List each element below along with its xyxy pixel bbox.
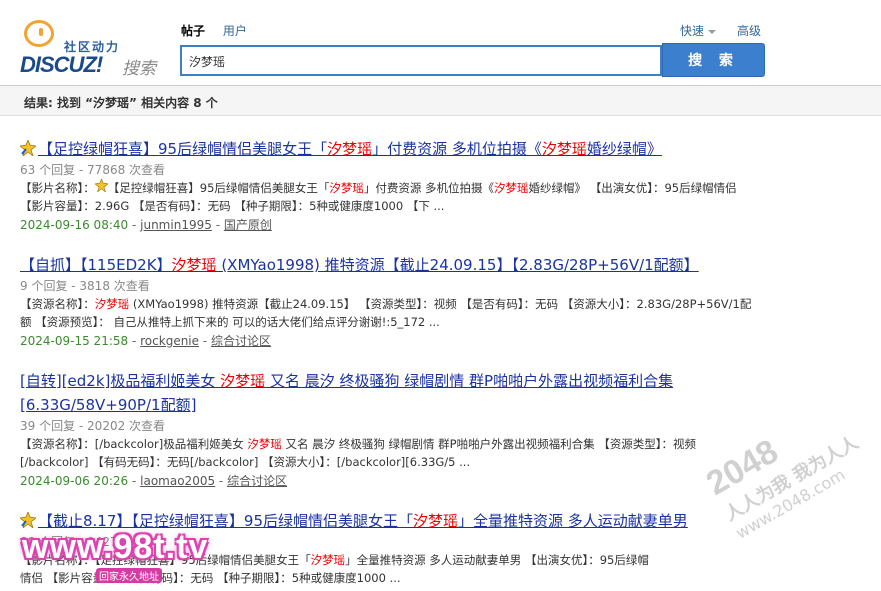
quick-label: 快速: [680, 24, 705, 38]
author-link[interactable]: laomao2005: [140, 474, 215, 488]
flair-icon: [93, 178, 109, 193]
site-watermark: www.98t.tv: [22, 528, 209, 566]
discuz-logo[interactable]: 社区动力 DISCUZ! 搜索: [20, 20, 165, 79]
list-item: 【自抓】【115ED2K】汐梦瑶 (XMYao1998) 推特资源【截止24.0…: [20, 253, 870, 351]
author-link[interactable]: rockgenie: [140, 334, 199, 348]
chevron-down-icon: [708, 29, 717, 34]
flair-icon: [20, 140, 36, 156]
search-type-tabs: 帖子 用户: [181, 22, 261, 39]
result-summary: 结果: 找到 “汐梦瑶” 相关内容 8 个: [0, 86, 881, 116]
forum-link[interactable]: 综合讨论区: [211, 334, 271, 348]
search-button[interactable]: 搜 索: [662, 43, 765, 77]
list-item: 【足控绿帽狂喜】95后绿帽情侣美腿女王「汐梦瑶」付费资源 多机位拍摄《汐梦瑶婚纱…: [20, 137, 870, 235]
result-title[interactable]: 【足控绿帽狂喜】95后绿帽情侣美腿女王「汐梦瑶」付费资源 多机位拍摄《汐梦瑶婚纱…: [20, 137, 870, 161]
result-snippet: 【资源名称】：汐梦瑶 (XMYao1998) 推特资源【截止24.09.15】 …: [20, 297, 752, 329]
quick-search-dropdown[interactable]: 快速: [680, 22, 717, 39]
advanced-search-link[interactable]: 高级: [737, 22, 761, 39]
result-snippet: 【影片名称】： 【足控绿帽狂喜】95后绿帽情侣美腿女王「汐梦瑶」付费资源 多机位拍…: [20, 178, 737, 213]
result-title[interactable]: 【自抓】【115ED2K】汐梦瑶 (XMYao1998) 推特资源【截止24.0…: [20, 253, 870, 277]
search-input[interactable]: 汐梦瑶: [180, 45, 662, 76]
post-date: 2024-09-16 08:40: [20, 218, 129, 232]
result-stats: 39 个回复 - 20202 次查看: [20, 419, 166, 433]
flair-icon: [20, 512, 36, 528]
logo-brand: DISCUZ!: [20, 52, 103, 77]
logo-search-word: 搜索: [122, 59, 156, 79]
site-watermark-sub: 回家永久地址: [96, 568, 162, 583]
result-footer: 2024-09-15 21:58 - rockgenie - 综合讨论区: [20, 334, 272, 348]
result-stats: 9 个回复 - 3818 次查看: [20, 279, 150, 293]
chat-bubble-icon: [24, 20, 54, 47]
result-title[interactable]: [自转][ed2k]极品福利姬美女 汐梦瑶 又名 晨汐 终极骚狗 绿帽剧情 群P…: [20, 369, 870, 417]
tab-posts[interactable]: 帖子: [181, 22, 205, 39]
result-footer: 2024-09-16 08:40 - junmin1995 - 国产原创: [20, 218, 272, 232]
search-header: 社区动力 DISCUZ! 搜索 帖子 用户 快速 高级 汐梦瑶 搜 索: [0, 0, 881, 86]
tab-users[interactable]: 用户: [223, 22, 247, 39]
post-date: 2024-09-15 21:58: [20, 334, 129, 348]
forum-link[interactable]: 国产原创: [224, 218, 272, 232]
author-link[interactable]: junmin1995: [140, 218, 212, 232]
result-stats: 63 个回复 - 77868 次查看: [20, 163, 166, 177]
forum-link[interactable]: 综合讨论区: [227, 474, 287, 488]
post-date: 2024-09-06 20:26: [20, 474, 129, 488]
